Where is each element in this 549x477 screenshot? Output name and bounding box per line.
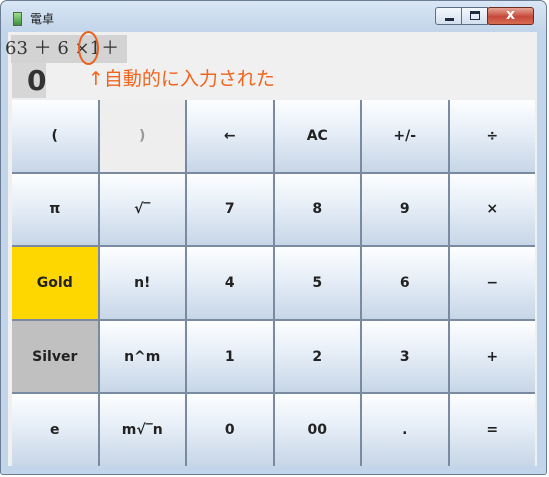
- expression-prefix: 63 ＋ 6 ×: [5, 38, 90, 59]
- multiply-button[interactable]: ×: [449, 173, 535, 246]
- calculator-app-icon: [13, 12, 22, 26]
- sign-toggle-button[interactable]: +/-: [362, 100, 448, 172]
- digit-2-button[interactable]: 2: [274, 320, 360, 393]
- minimize-button[interactable]: [435, 7, 462, 25]
- keypad: () ← AC +/- ÷ π √‾ 7 8 9 × Gold n! 4 5 6− Silver n^m 1 2 3 + e…: [12, 100, 535, 466]
- expression-suffix: ＋: [101, 38, 120, 59]
- annotation-text: ↑自動的に入力された: [88, 68, 275, 90]
- subtract-button[interactable]: −: [449, 247, 535, 319]
- backspace-button[interactable]: ←: [187, 100, 273, 172]
- all-clear-button[interactable]: AC: [274, 100, 360, 172]
- decimal-point-button[interactable]: .: [362, 394, 448, 466]
- digit-1-button[interactable]: 1: [187, 320, 273, 393]
- sqrt-button[interactable]: √‾: [99, 173, 185, 246]
- open-paren-button[interactable]: (: [12, 100, 98, 172]
- minimize-icon: [445, 18, 454, 21]
- nth-root-button[interactable]: m√‾n: [99, 394, 185, 466]
- close-icon: x: [505, 7, 516, 23]
- close-button[interactable]: x: [487, 7, 534, 25]
- maximize-button[interactable]: [461, 7, 488, 25]
- divide-button[interactable]: ÷: [449, 100, 535, 172]
- digit-5-button[interactable]: 5: [274, 247, 360, 319]
- power-button[interactable]: n^m: [99, 320, 185, 393]
- double-zero-button[interactable]: 00: [274, 394, 360, 466]
- pi-button[interactable]: π: [12, 173, 98, 246]
- digit-8-button[interactable]: 8: [274, 173, 360, 246]
- digit-9-button[interactable]: 9: [362, 173, 448, 246]
- equals-button[interactable]: =: [449, 394, 535, 466]
- digit-7-button[interactable]: 7: [187, 173, 273, 246]
- result-display: 0: [27, 64, 47, 97]
- add-button[interactable]: +: [449, 320, 535, 393]
- silver-ratio-button[interactable]: Silver: [12, 320, 98, 393]
- title-bar[interactable]: 電卓 x: [1, 1, 546, 33]
- expression-display: 63 ＋ 6 ×1＋: [5, 36, 119, 62]
- window-bottom-edge: [8, 466, 537, 468]
- euler-button[interactable]: e: [12, 394, 98, 466]
- window-title: 電卓: [30, 12, 55, 26]
- digit-4-button[interactable]: 4: [187, 247, 273, 319]
- maximize-icon: [470, 11, 480, 20]
- digit-3-button[interactable]: 3: [362, 320, 448, 393]
- close-paren-button[interactable]: ): [99, 100, 185, 172]
- highlight-circle-annotation: [78, 31, 99, 65]
- factorial-button[interactable]: n!: [99, 247, 185, 319]
- digit-0-button[interactable]: 0: [187, 394, 273, 466]
- gold-ratio-button[interactable]: Gold: [12, 247, 98, 319]
- digit-6-button[interactable]: 6: [362, 247, 448, 319]
